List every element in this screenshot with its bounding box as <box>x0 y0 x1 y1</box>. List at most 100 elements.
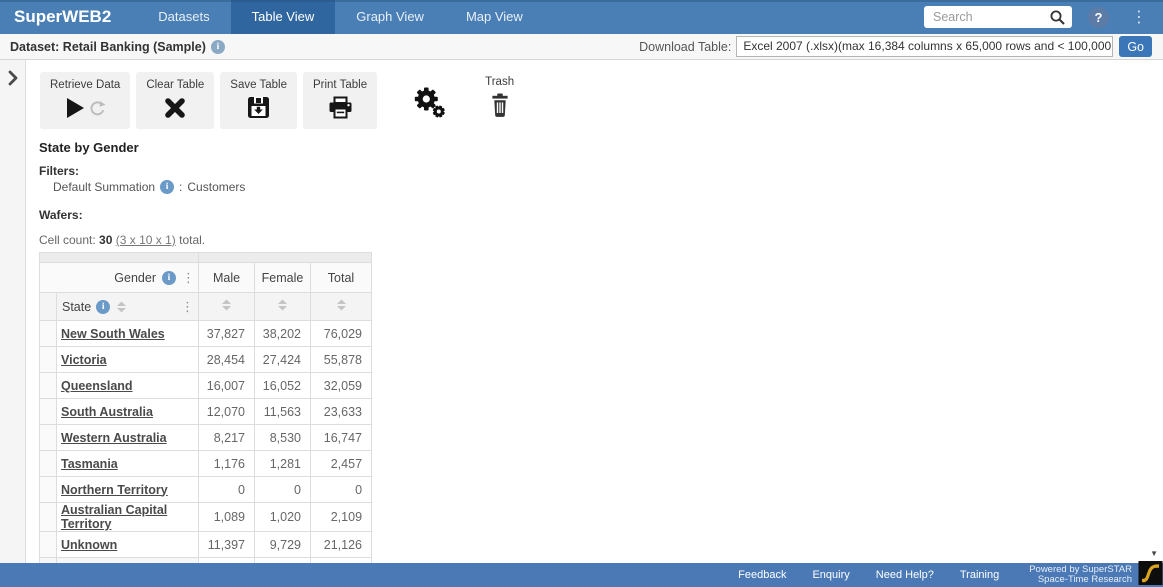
footer-link-feedback[interactable]: Feedback <box>738 569 786 581</box>
download-format-value: Excel 2007 (.xlsx)(max 16,384 columns x … <box>743 37 1113 56</box>
state-link[interactable]: New South Wales <box>61 327 165 341</box>
clear-table-button[interactable]: Clear Table <box>136 72 214 129</box>
value-cell: 55,878 <box>311 347 372 373</box>
table-options-gears-icon[interactable] <box>409 84 449 129</box>
state-menu-icon[interactable]: ⋮ <box>181 301 194 313</box>
clear-table-label: Clear Table <box>146 79 204 91</box>
table-row: Victoria 28,45427,42455,878 <box>40 347 372 373</box>
download-format-select[interactable]: Excel 2007 (.xlsx)(max 16,384 columns x … <box>736 36 1113 57</box>
overflow-menu-icon[interactable]: ⋮ <box>1125 7 1153 28</box>
cell-count-label: Cell count: <box>39 233 96 247</box>
main-nav: Datasets Table View Graph View Map View <box>137 0 543 34</box>
value-cell: 76,029 <box>311 321 372 347</box>
sort-cell-total[interactable] <box>311 293 372 321</box>
result-table: Gender i ⋮ Male Female Total State i <box>39 252 372 563</box>
value-cell: 1,281 <box>255 451 311 477</box>
nav-tab-graph-view[interactable]: Graph View <box>335 0 445 34</box>
gender-menu-icon[interactable]: ⋮ <box>182 272 195 284</box>
table-body: Gender i ⋮ Male Female Total State i <box>40 253 372 564</box>
scrollbar-down-icon[interactable]: ▼ <box>1150 549 1158 558</box>
table-row: Australian Capital Territory1,0891,0202,… <box>40 503 372 532</box>
row-gutter <box>40 425 57 451</box>
print-table-button[interactable]: Print Table <box>303 72 377 129</box>
search-icon[interactable] <box>1049 9 1066 31</box>
footer-link-need-help[interactable]: Need Help? <box>876 569 934 581</box>
expand-panel-chevron-icon[interactable] <box>0 60 25 91</box>
space-time-research-logo-icon[interactable] <box>1138 561 1163 587</box>
state-link[interactable]: Victoria <box>61 353 107 367</box>
download-table-label: Download Table: <box>639 40 731 54</box>
save-table-button[interactable]: Save Table <box>220 72 297 129</box>
state-link[interactable]: Australian Capital Territory <box>61 503 167 531</box>
cell-count-suffix: total. <box>179 233 205 247</box>
refresh-icon <box>89 100 106 117</box>
nav-tab-table-view[interactable]: Table View <box>231 0 336 34</box>
retrieve-data-button[interactable]: Retrieve Data <box>40 72 130 129</box>
table-row: Queensland16,00716,05232,059 <box>40 373 372 399</box>
play-icon <box>64 96 106 120</box>
dataset-info-icon[interactable]: i <box>211 40 225 54</box>
value-cell: 8,217 <box>199 425 255 451</box>
value-cell: 38,202 <box>255 321 311 347</box>
row-gutter <box>40 451 57 477</box>
dataset-title-text: Dataset: Retail Banking (Sample) <box>10 40 206 54</box>
value-cell: 12,070 <box>199 399 255 425</box>
cell-count-link[interactable]: (3 x 10 x 1) <box>116 233 176 247</box>
sort-cell-male[interactable] <box>199 293 255 321</box>
value-cell: 1,176 <box>199 451 255 477</box>
value-cell: 0 <box>255 477 311 503</box>
footer-link-training[interactable]: Training <box>960 569 999 581</box>
column-dimension-row: Gender i ⋮ Male Female Total <box>40 263 372 293</box>
state-link[interactable]: Western Australia <box>61 431 167 445</box>
row-gutter <box>40 321 57 347</box>
column-header-total[interactable]: Total <box>311 263 372 293</box>
dataset-title: Dataset: Retail Banking (Sample) i <box>0 40 225 54</box>
state-link[interactable]: South Australia <box>61 405 153 419</box>
value-cell: 23,633 <box>311 399 372 425</box>
gender-info-icon[interactable]: i <box>162 271 176 285</box>
state-link[interactable]: Queensland <box>61 379 133 393</box>
sort-cell-female[interactable] <box>255 293 311 321</box>
state-link[interactable]: Unknown <box>61 538 117 552</box>
filters-label: Filters: <box>39 164 79 178</box>
table-row: South Australia12,07011,56323,633 <box>40 399 372 425</box>
sort-icon <box>220 299 233 311</box>
top-navbar: SuperWEB2 Datasets Table View Graph View… <box>0 0 1163 34</box>
table-row: Tasmania 1,1761,2812,457 <box>40 451 372 477</box>
table-row: New South Wales37,82738,20276,029 <box>40 321 372 347</box>
sort-icon <box>276 299 289 311</box>
value-cell: 8,530 <box>255 425 311 451</box>
nav-tab-datasets[interactable]: Datasets <box>137 0 230 34</box>
filter-value: Customers <box>187 180 245 194</box>
state-info-icon[interactable]: i <box>96 300 110 314</box>
state-link[interactable]: Northern Territory <box>61 483 168 497</box>
filter-info-icon[interactable]: i <box>160 180 174 194</box>
cell-count-line: Cell count: 30 (3 x 10 x 1) total. <box>39 233 205 247</box>
wafers-label: Wafers: <box>39 208 83 222</box>
page-title: State by Gender <box>39 140 139 155</box>
footer-links: Feedback Enquiry Need Help? Training <box>738 569 999 581</box>
trash-dropzone[interactable]: Trash <box>485 72 514 123</box>
help-icon[interactable]: ? <box>1088 7 1109 28</box>
nav-tab-map-view[interactable]: Map View <box>445 0 544 34</box>
search-wrap <box>924 6 1072 28</box>
table-top-strip <box>40 253 372 263</box>
value-cell: 1,089 <box>199 503 255 532</box>
go-button[interactable]: Go <box>1119 36 1152 57</box>
row-gutter <box>40 373 57 399</box>
column-header-male[interactable]: Male <box>199 263 255 293</box>
powered-by-text: Powered by SuperSTAR Space-Time Research <box>1029 565 1132 585</box>
value-cell: 0 <box>311 477 372 503</box>
value-cell: 9,729 <box>255 532 311 558</box>
row-gutter <box>40 293 57 321</box>
value-cell: 2,457 <box>311 451 372 477</box>
value-cell: 27,424 <box>255 347 311 373</box>
row-gutter <box>40 532 57 558</box>
value-cell: 28,454 <box>199 347 255 373</box>
filter-line: Default Summation i : Customers <box>53 180 245 194</box>
footer-link-enquiry[interactable]: Enquiry <box>812 569 849 581</box>
collapsed-side-panel <box>0 60 26 563</box>
column-header-female[interactable]: Female <box>255 263 311 293</box>
printer-icon <box>328 96 353 119</box>
state-link[interactable]: Tasmania <box>61 457 118 471</box>
